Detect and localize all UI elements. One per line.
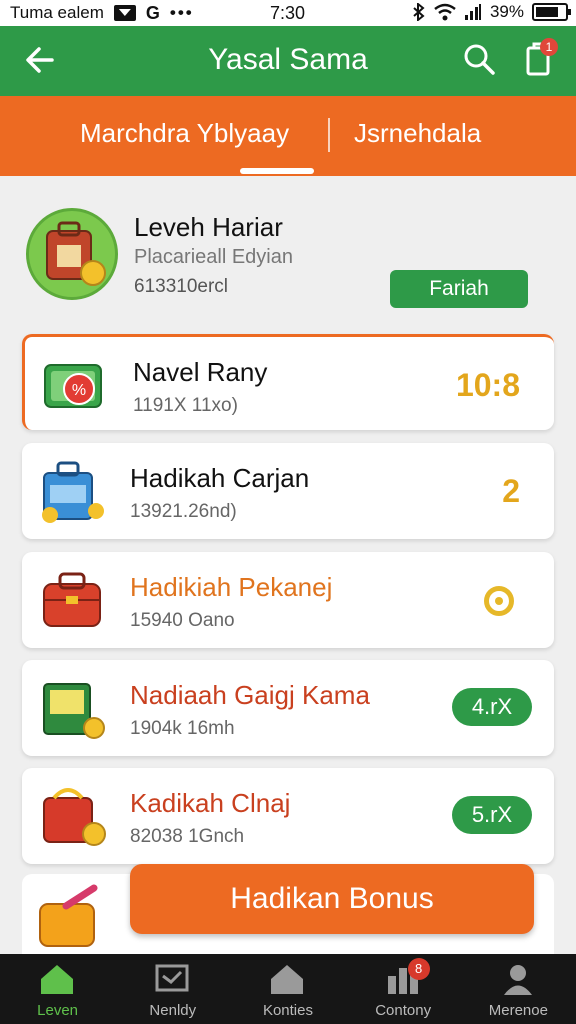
reward-card[interactable]: Kadikah Clnaj 82038 1Gnch 5.rX bbox=[22, 768, 554, 864]
status-left: Tuma ealem G ••• bbox=[10, 3, 194, 24]
status-bar: Tuma ealem G ••• 7:30 39% bbox=[0, 0, 576, 26]
reward-card[interactable]: % Navel Rany 1191X 11xo) 10:8 bbox=[22, 334, 554, 430]
red-bag-coin-icon bbox=[43, 788, 106, 846]
nav-label: Contony bbox=[375, 1002, 432, 1019]
tab-2[interactable]: Jsrnehdala bbox=[354, 118, 481, 149]
battery-icon bbox=[532, 3, 571, 21]
reward-title: Navel Rany bbox=[133, 357, 268, 387]
reward-value-pill: 4.rX bbox=[452, 688, 532, 726]
reward-status-ring bbox=[484, 586, 514, 616]
battery-percent: 39% bbox=[489, 2, 524, 21]
nav-label: Merenoe bbox=[488, 1002, 548, 1019]
green-wallet-icon: % bbox=[44, 364, 102, 408]
bonus-card: Hadikan Bonus bbox=[22, 864, 554, 954]
nav-label: Konties bbox=[262, 1002, 313, 1019]
home-icon bbox=[41, 965, 73, 994]
reward-value-pill: 5.rX bbox=[452, 796, 532, 834]
profile-summary: Leveh Hariar Placarieall Edyian 613310er… bbox=[0, 176, 576, 326]
reward-subtitle: 15940 Oano bbox=[130, 610, 235, 631]
tab-divider bbox=[328, 118, 330, 152]
message-icon bbox=[155, 964, 189, 992]
svg-text:%: % bbox=[72, 382, 86, 399]
more-dots: ••• bbox=[169, 3, 194, 22]
search-icon[interactable] bbox=[462, 42, 496, 76]
reward-value: 10:8 bbox=[455, 367, 520, 403]
reward-subtitle: 82038 1Gnch bbox=[130, 826, 245, 847]
reward-title: Nadiaah Gaigj Kama bbox=[130, 680, 370, 710]
status-carrier-text: Tuma ealem bbox=[10, 3, 104, 22]
wifi-icon bbox=[434, 3, 456, 21]
home-outline-icon bbox=[271, 965, 304, 994]
tab-bar: Marchdra Yblyaay Jsrnehdala bbox=[0, 96, 576, 176]
nav-label: Leven bbox=[37, 1002, 79, 1019]
notification-badge: 1 bbox=[540, 38, 558, 56]
message-icon bbox=[113, 5, 136, 21]
reward-subtitle: 13921.26nd) bbox=[130, 501, 237, 522]
green-book-icon bbox=[43, 683, 105, 739]
bonus-button[interactable]: Hadikan Bonus bbox=[130, 864, 534, 934]
reward-subtitle: 1191X 11xo) bbox=[133, 395, 238, 416]
nav-label: Nenldy bbox=[149, 1002, 197, 1019]
reward-value: 2 bbox=[502, 473, 520, 509]
reward-card[interactable]: Nadiaah Gaigj Kama 1904k 16mh 4.rX bbox=[22, 660, 554, 756]
tab-1[interactable]: Marchdra Yblyaay bbox=[80, 118, 289, 149]
profile-subtitle: Placarieall Edyian bbox=[134, 246, 293, 268]
tab-indicator bbox=[240, 168, 314, 174]
reward-subtitle: 1904k 16mh bbox=[130, 718, 235, 739]
avatar bbox=[26, 208, 118, 300]
reward-title: Hadikiah Pekanej bbox=[130, 572, 333, 602]
bluetooth-icon bbox=[413, 3, 425, 21]
wallet-bag-icon bbox=[46, 221, 106, 286]
notification-button[interactable]: 1 bbox=[520, 38, 560, 78]
status-time: 7:30 bbox=[270, 3, 306, 23]
signal-icon bbox=[464, 4, 481, 20]
profile-name: Leveh Hariar bbox=[134, 212, 283, 242]
profile-icon bbox=[503, 965, 532, 995]
nav-item-contony[interactable]: 8 Contony bbox=[346, 954, 461, 1024]
nav-item-nenldy[interactable]: Nenldy bbox=[115, 954, 230, 1024]
nav-item-konties[interactable]: Konties bbox=[230, 954, 345, 1024]
reward-title: Kadikah Clnaj bbox=[130, 788, 291, 818]
bottom-nav: Leven Nenldy Konties 8 Contony Merenoe bbox=[0, 954, 576, 1024]
blue-bag-icon bbox=[42, 461, 104, 523]
nav-item-leven[interactable]: Leven bbox=[0, 954, 115, 1024]
gift-bag-icon bbox=[39, 884, 98, 947]
nav-badge: 8 bbox=[407, 958, 430, 980]
reward-card[interactable]: Hadikiah Pekanej 15940 Oano bbox=[22, 552, 554, 648]
red-briefcase-icon bbox=[43, 572, 101, 627]
nav-item-merenoe[interactable]: Merenoe bbox=[461, 954, 576, 1024]
app-header: Yasal Sama 1 bbox=[0, 26, 576, 96]
reward-title: Hadikah Carjan bbox=[130, 463, 310, 493]
profile-meta: 613310ercl bbox=[134, 276, 229, 297]
status-right: 39% bbox=[412, 2, 571, 22]
reward-card[interactable]: Hadikah Carjan 13921.26nd) 2 bbox=[22, 443, 554, 539]
google-icon: G bbox=[145, 2, 160, 23]
profile-action-button[interactable]: Fariah bbox=[390, 270, 528, 308]
